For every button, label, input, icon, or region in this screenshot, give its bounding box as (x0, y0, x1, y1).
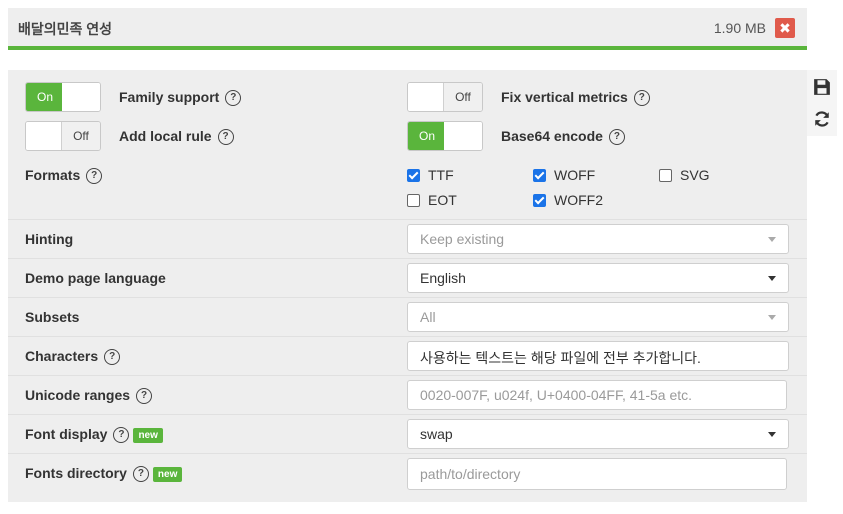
fonts-directory-input[interactable] (407, 458, 787, 490)
base64-encode-label: Base64 encode? (501, 128, 625, 146)
divider (8, 336, 807, 337)
help-icon[interactable]: ? (136, 388, 153, 405)
font-title: 배달의민족 연성 (18, 21, 113, 37)
characters-input[interactable]: 사용하는 텍스트는 해당 파일에 전부 추가합니다. (407, 341, 789, 371)
format-svg-checkbox[interactable]: SVG (659, 167, 710, 183)
format-woff2-checkbox[interactable]: WOFF2 (533, 192, 603, 208)
help-icon[interactable]: ? (633, 90, 650, 107)
close-icon[interactable]: ✖ (775, 18, 795, 38)
font-size-text: 1.90 MB (713, 20, 766, 36)
toggle-off: Off (61, 122, 100, 150)
fix-vertical-metrics-toggle[interactable]: Off (407, 82, 483, 112)
unicode-ranges-label: Unicode ranges? (25, 387, 153, 405)
help-icon[interactable]: ? (104, 349, 121, 366)
characters-label: Characters? (25, 348, 121, 366)
add-local-rule-toggle[interactable]: Off (25, 121, 101, 151)
toggle-off (62, 83, 100, 111)
toggle-on: On (26, 83, 64, 111)
checkbox-box[interactable] (659, 168, 672, 182)
divider (8, 414, 807, 415)
save-icon[interactable] (813, 78, 831, 96)
format-ttf-checkbox[interactable]: TTF (407, 167, 454, 183)
formats-label: Formats? (25, 167, 103, 185)
characters-value: 사용하는 텍스트는 해당 파일에 전부 추가합니다. (420, 350, 701, 366)
add-local-rule-label: Add local rule? (119, 128, 234, 146)
font-display-value: swap (420, 426, 453, 442)
checkbox-box[interactable] (533, 168, 546, 182)
toggle-on: On (408, 122, 446, 150)
help-icon[interactable]: ? (217, 129, 234, 146)
new-badge: new (152, 466, 183, 482)
format-eot-checkbox[interactable]: EOT (407, 192, 457, 208)
toggle-off: Off (443, 83, 482, 111)
family-support-toggle[interactable]: On (25, 82, 101, 112)
hinting-value: Keep existing (420, 231, 505, 247)
hinting-select[interactable]: Keep existing (407, 224, 789, 254)
divider (8, 258, 807, 259)
help-icon[interactable]: ? (86, 168, 103, 185)
help-icon[interactable]: ? (608, 129, 625, 146)
side-toolbar (807, 70, 837, 136)
refresh-icon[interactable] (813, 110, 831, 128)
family-support-label: Family support? (119, 89, 242, 107)
divider (8, 375, 807, 376)
new-badge: new (133, 427, 163, 443)
font-display-select[interactable]: swap (407, 419, 789, 449)
subsets-label: Subsets (25, 309, 80, 325)
toggle-off (444, 122, 482, 150)
toggle-on (26, 122, 64, 150)
fonts-directory-label: Fonts directory? new (25, 465, 183, 483)
format-woff-checkbox[interactable]: WOFF (533, 167, 595, 183)
hinting-label: Hinting (25, 231, 74, 247)
font-header: 배달의민족 연성 1.90 MB ✖ (8, 8, 807, 46)
help-icon[interactable]: ? (132, 466, 149, 483)
settings-panel: On Family support? Off Fix vertical metr… (8, 70, 807, 502)
fix-vertical-metrics-label: Fix vertical metrics? (501, 89, 650, 107)
checkbox-box[interactable] (407, 193, 420, 207)
checkbox-box[interactable] (533, 193, 546, 207)
unicode-ranges-input[interactable] (407, 380, 787, 410)
help-icon[interactable]: ? (225, 90, 242, 107)
toggle-on (408, 83, 446, 111)
divider (8, 219, 807, 220)
subsets-select[interactable]: All (407, 302, 789, 332)
divider (8, 453, 807, 454)
chevron-down-icon (768, 315, 776, 320)
divider (8, 297, 807, 298)
chevron-down-icon (768, 276, 776, 281)
base64-encode-toggle[interactable]: On (407, 121, 483, 151)
demo-language-value: English (420, 270, 466, 286)
checkbox-box[interactable] (407, 168, 420, 182)
help-icon[interactable]: ? (113, 427, 130, 444)
demo-language-label: Demo page language (25, 270, 166, 286)
demo-language-select[interactable]: English (407, 263, 789, 293)
chevron-down-icon (768, 432, 776, 437)
progress-line (8, 46, 807, 50)
chevron-down-icon (768, 237, 776, 242)
font-display-label: Font display? new (25, 426, 163, 444)
subsets-value: All (420, 309, 436, 325)
